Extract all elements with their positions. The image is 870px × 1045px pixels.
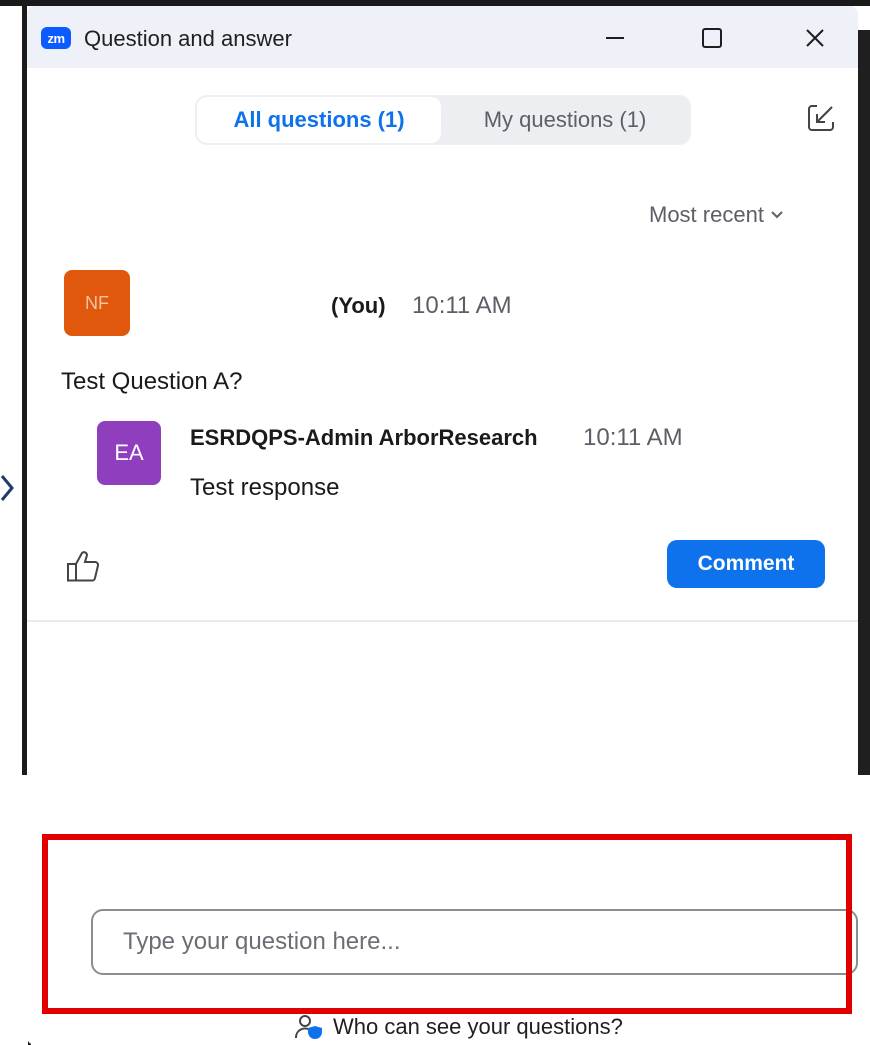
reply-text: Test response bbox=[190, 474, 340, 501]
maximize-icon bbox=[702, 28, 722, 48]
pop-in-icon[interactable] bbox=[805, 102, 837, 134]
avatar-reply: EA bbox=[97, 421, 161, 485]
window-title: Question and answer bbox=[84, 26, 292, 51]
question-text: Test Question A? bbox=[61, 368, 243, 395]
close-button[interactable] bbox=[792, 18, 838, 58]
avatar-you: NF bbox=[64, 270, 130, 336]
minimize-icon bbox=[606, 37, 624, 39]
who-can-see-label: Who can see your questions? bbox=[333, 1014, 623, 1039]
screen-edge-right bbox=[858, 30, 870, 775]
question-tabs: All questions (1) My questions (1) bbox=[195, 95, 691, 145]
maximize-button[interactable] bbox=[689, 18, 735, 58]
thumbs-up-icon[interactable] bbox=[65, 550, 101, 584]
zoom-logo-icon: zm bbox=[41, 27, 71, 49]
sort-label: Most recent bbox=[649, 202, 764, 227]
tab-my-questions[interactable]: My questions (1) bbox=[441, 97, 689, 143]
minimize-button[interactable] bbox=[592, 18, 638, 58]
comment-button[interactable]: Comment bbox=[667, 540, 825, 588]
arrow-pointer-icon bbox=[0, 475, 14, 501]
sort-dropdown[interactable]: Most recent bbox=[649, 202, 784, 228]
question-time: 10:11 AM bbox=[412, 292, 512, 319]
title-bar: zm Question and answer bbox=[27, 6, 858, 68]
reply-author: ESRDQPS-Admin ArborResearch bbox=[190, 425, 538, 450]
divider bbox=[27, 620, 858, 622]
tab-all-questions[interactable]: All questions (1) bbox=[197, 97, 441, 143]
highlight-box bbox=[42, 834, 852, 1014]
reply-time: 10:11 AM bbox=[583, 424, 683, 451]
question-author: (You) bbox=[331, 293, 386, 318]
close-icon bbox=[806, 29, 824, 47]
privacy-user-icon bbox=[295, 1015, 322, 1039]
chevron-down-icon bbox=[771, 211, 783, 219]
who-can-see-link[interactable]: Who can see your questions? bbox=[295, 1014, 623, 1040]
